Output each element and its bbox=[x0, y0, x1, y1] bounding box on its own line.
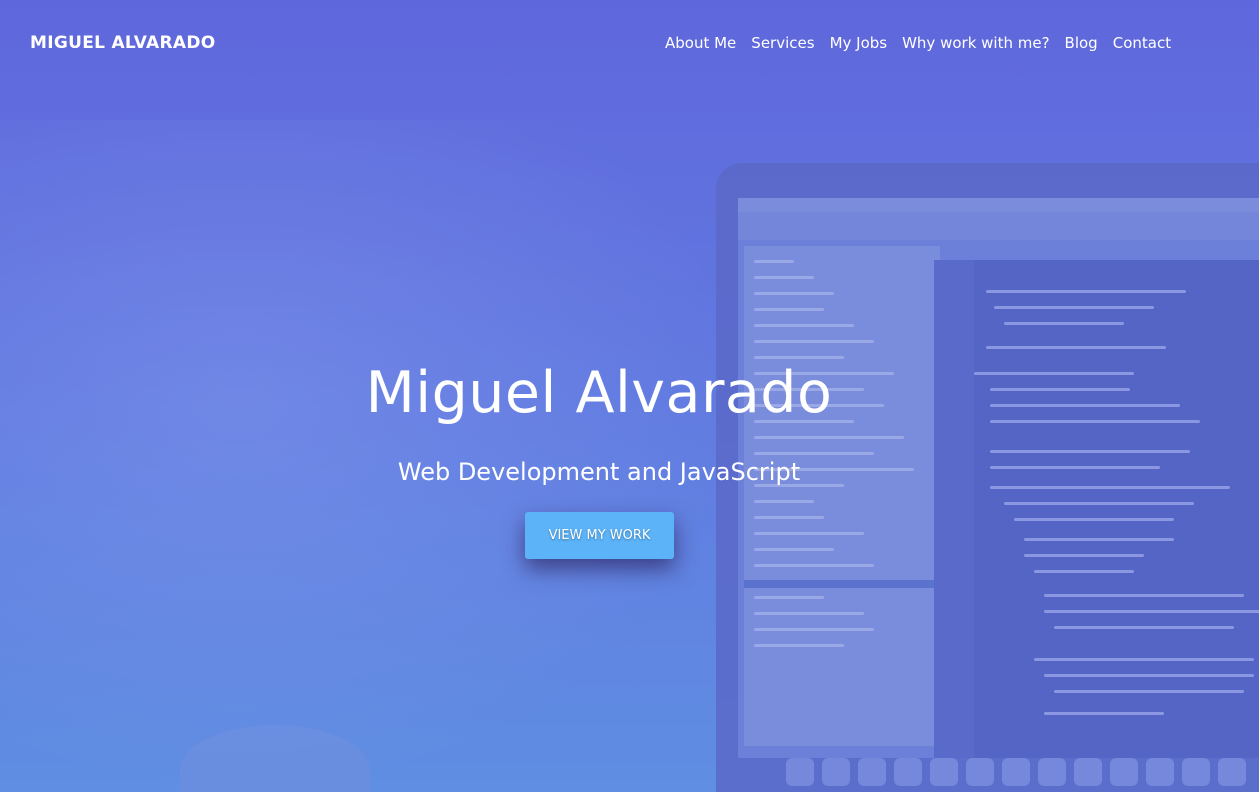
nav-link-contact[interactable]: Contact bbox=[1113, 34, 1171, 52]
hero-subtitle: Web Development and JavaScript bbox=[397, 458, 801, 486]
screen-file-tree bbox=[744, 246, 940, 746]
nav-link-about-me[interactable]: About Me bbox=[665, 34, 736, 52]
screen-toolbar bbox=[738, 212, 1259, 240]
nav-link-my-jobs[interactable]: My Jobs bbox=[830, 34, 888, 52]
screen-code-editor bbox=[934, 260, 1259, 758]
nav-link-why-work-with-me[interactable]: Why work with me? bbox=[902, 34, 1049, 52]
screen-menubar bbox=[738, 198, 1259, 212]
nav-link-blog[interactable]: Blog bbox=[1065, 34, 1098, 52]
main-nav: About Me Services My Jobs Why work with … bbox=[665, 34, 1171, 52]
nav-link-services[interactable]: Services bbox=[751, 34, 814, 52]
background-dock bbox=[780, 752, 1259, 792]
site-logo[interactable]: MIGUEL ALVARADO bbox=[30, 33, 215, 53]
view-my-work-button[interactable]: VIEW MY WORK bbox=[525, 512, 674, 559]
background-glow bbox=[0, 120, 780, 792]
hero-title: Miguel Alvarado bbox=[365, 360, 833, 426]
